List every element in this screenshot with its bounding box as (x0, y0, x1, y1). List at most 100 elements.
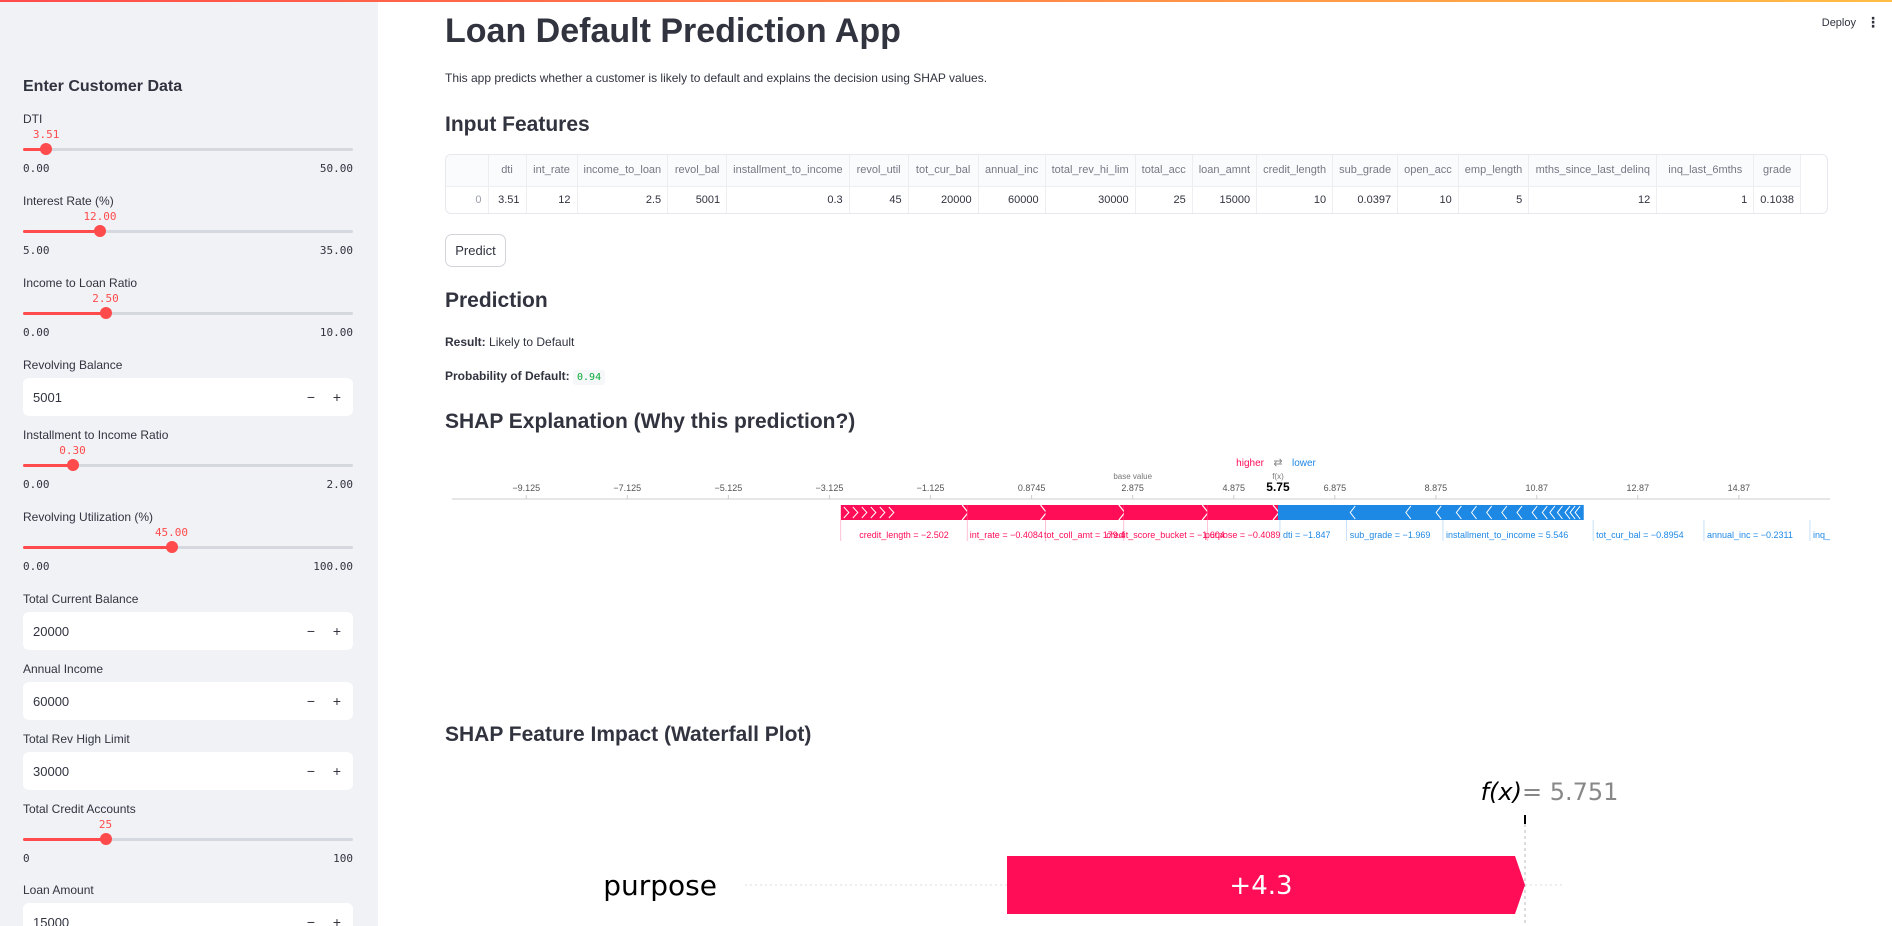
annual-income-increment-button[interactable]: + (327, 691, 347, 711)
table-column-header[interactable]: grade (1753, 155, 1801, 187)
force-positive-segment (840, 505, 968, 520)
interest-rate-max: 35.00 (319, 244, 353, 257)
dti-label: DTI (23, 112, 43, 126)
legend-arrows-icon: ⇄ (1273, 457, 1282, 469)
table-cell: 10 (1397, 186, 1459, 213)
force-axis-tick-label: 14.87 (1728, 483, 1751, 493)
total-current-balance-label: Total Current Balance (23, 592, 139, 606)
total-current-balance-increment-button[interactable]: + (327, 621, 347, 641)
force-axis-tick-label: −5.125 (714, 483, 742, 493)
table-cell: 45 (849, 186, 909, 213)
force-axis-tick-label: 2.875 (1121, 483, 1144, 493)
base-value-label: base value (1113, 472, 1152, 481)
loan-amount-input-box: − + (23, 903, 353, 926)
force-positive-label: credit_length = −2.502 (859, 530, 949, 540)
interest-rate-value: 12.00 (83, 210, 117, 223)
revolving-utilization-min: 0.00 (23, 560, 50, 573)
table-column-header[interactable]: installment_to_income (726, 155, 850, 187)
table-column-header[interactable] (446, 155, 489, 187)
total-current-balance-field: Total Current Balance − + (23, 592, 353, 650)
table-column-header[interactable]: open_acc (1397, 155, 1459, 187)
table-row-index: 0 (446, 186, 489, 213)
total-current-balance-input[interactable] (33, 612, 283, 650)
table-cell: 12 (1528, 186, 1658, 213)
annual-income-input[interactable] (33, 682, 283, 720)
table-column-header[interactable]: total_acc (1135, 155, 1193, 187)
table-column-header[interactable]: income_to_loan (577, 155, 669, 187)
table-column-header[interactable]: emp_length (1458, 155, 1530, 187)
loan-amount-increment-button[interactable]: + (327, 912, 347, 926)
total-credit-accounts-slider[interactable] (23, 833, 353, 845)
total-rev-high-limit-input[interactable] (33, 752, 283, 790)
revolving-utilization-max: 100.00 (313, 560, 353, 573)
page-description: This app predicts whether a customer is … (445, 71, 988, 85)
dti-min: 0.00 (23, 162, 50, 175)
table-cell: 5001 (667, 186, 728, 213)
revolving-balance-field: Revolving Balance − + (23, 358, 353, 416)
force-negative-label: dti = −1.847 (1283, 530, 1331, 540)
table-column-header[interactable]: sub_grade (1332, 155, 1399, 187)
predict-button[interactable]: Predict (445, 234, 506, 267)
interest-rate-slider-thumb[interactable] (94, 225, 106, 237)
table-cell: 20000 (908, 186, 979, 213)
annual-income-decrement-button[interactable]: − (301, 691, 321, 711)
income-to-loan-slider[interactable] (23, 307, 353, 319)
table-column-header[interactable]: total_rev_hi_lim (1045, 155, 1136, 187)
total-credit-accounts-slider-thumb[interactable] (99, 833, 112, 845)
interest-rate-min: 5.00 (23, 244, 50, 257)
table-column-header[interactable]: revol_util (849, 155, 909, 187)
table-column-header[interactable]: revol_bal (667, 155, 728, 187)
installment-to-income-slider-thumb[interactable] (66, 459, 79, 471)
revolving-utilization-slider-thumb[interactable] (165, 541, 178, 553)
revolving-balance-increment-button[interactable]: + (327, 387, 347, 407)
installment-to-income-slider-fill (23, 464, 73, 467)
income-to-loan-slider-thumb[interactable] (99, 307, 112, 319)
dti-slider[interactable] (23, 143, 353, 155)
deploy-button[interactable]: Deploy (1822, 17, 1856, 29)
table-column-header[interactable]: int_rate (526, 155, 578, 187)
dti-field: DTI 3.51 0.00 50.00 (23, 112, 353, 175)
table-column-header[interactable]: credit_length (1256, 155, 1334, 187)
force-positive-segment (1207, 505, 1278, 520)
force-axis-tick-label: −9.125 (512, 483, 540, 493)
loan-amount-decrement-button[interactable]: − (301, 912, 321, 926)
waterfall-fx-symbol: f(x) (1481, 778, 1522, 806)
waterfall-fx-value: = 5.751 (1522, 778, 1618, 806)
income-to-loan-field: Income to Loan Ratio 2.50 0.00 10.00 (23, 276, 353, 339)
input-features-table[interactable]: dti int_rate income_to_loan revol_bal instal… (445, 154, 1828, 214)
installment-to-income-slider[interactable] (23, 459, 353, 471)
installment-to-income-min: 0.00 (23, 478, 50, 491)
main-menu-icon[interactable]: ⋮ (1866, 14, 1880, 31)
annual-income-label: Annual Income (23, 662, 104, 676)
income-to-loan-value: 2.50 (92, 292, 119, 305)
total-current-balance-decrement-button[interactable]: − (301, 621, 321, 641)
force-axis-tick-label: 8.875 (1425, 483, 1448, 493)
interest-rate-slider[interactable] (23, 225, 353, 237)
table-column-header[interactable]: inq_last_6mths (1656, 155, 1755, 187)
table-column-header[interactable]: tot_cur_bal (908, 155, 979, 187)
top-accent-bar (0, 0, 1892, 2)
table-cell: 0.1038 (1753, 186, 1801, 213)
waterfall-feature-label: purpose (603, 869, 717, 902)
revolving-utilization-value: 45.00 (154, 526, 189, 539)
revolving-balance-decrement-button[interactable]: − (301, 387, 321, 407)
table-column-header[interactable]: loan_amnt (1192, 155, 1258, 187)
interest-rate-slider-fill (23, 230, 100, 233)
revolving-balance-input[interactable] (33, 378, 283, 416)
table-cell: 60000 (978, 186, 1046, 213)
income-to-loan-max: 10.00 (319, 326, 353, 339)
total-rev-high-limit-increment-button[interactable]: + (327, 761, 347, 781)
total-rev-high-limit-input-box: − + (23, 752, 353, 790)
fx-value: 5.75 (1266, 480, 1290, 494)
table-column-header[interactable]: annual_inc (978, 155, 1046, 187)
revolving-utilization-slider[interactable] (23, 541, 353, 553)
total-rev-high-limit-decrement-button[interactable]: − (301, 761, 321, 781)
loan-amount-label: Loan Amount (23, 883, 94, 897)
total-rev-high-limit-label: Total Rev High Limit (23, 732, 130, 746)
loan-amount-input[interactable] (33, 903, 283, 926)
total-credit-accounts-slider-fill (23, 838, 106, 841)
dti-slider-thumb[interactable] (40, 143, 53, 155)
table-column-header[interactable]: mths_since_last_delinq (1528, 155, 1658, 187)
total-current-balance-input-box: − + (23, 612, 353, 650)
table-column-header[interactable]: dti (488, 155, 527, 187)
